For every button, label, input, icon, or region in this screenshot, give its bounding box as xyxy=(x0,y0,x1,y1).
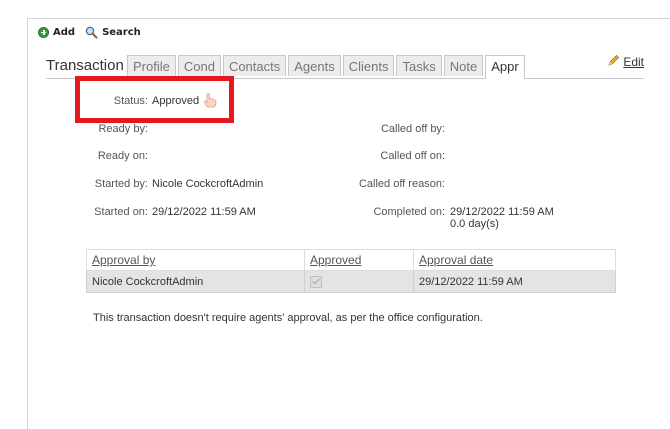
page-title: Transaction xyxy=(46,57,124,74)
status-highlight-box xyxy=(75,76,234,123)
edit-label: Edit xyxy=(623,55,644,69)
tab-contacts[interactable]: Contacts xyxy=(222,55,287,76)
started-on-value: 29/12/2022 11:59 AM xyxy=(152,206,256,218)
toolbar: Add Search xyxy=(38,24,141,40)
called-off-reason-label: Called off reason: xyxy=(358,178,445,190)
add-button[interactable]: Add xyxy=(38,26,76,38)
add-label: Add xyxy=(53,26,76,38)
search-label: Search xyxy=(102,26,141,38)
completed-on-value: 29/12/2022 11:59 AM xyxy=(450,206,554,218)
cell-approved xyxy=(304,270,414,293)
approval-note: This transaction doesn't require agents'… xyxy=(93,312,483,324)
tab-tasks[interactable]: Tasks xyxy=(396,55,442,76)
approvals-table: Approval by Approved Approval date Nicol… xyxy=(86,249,616,293)
edit-link[interactable]: Edit xyxy=(607,54,644,70)
table-header-row: Approval by Approved Approval date xyxy=(86,249,616,271)
tab-clients[interactable]: Clients xyxy=(342,55,395,76)
called-off-on-label: Called off on: xyxy=(380,150,445,162)
ready-on-label: Ready on: xyxy=(97,150,148,162)
completed-duration: 0.0 day(s) xyxy=(450,218,499,230)
tab-agents[interactable]: Agents xyxy=(288,55,341,76)
tab-note[interactable]: Note xyxy=(443,55,484,76)
search-button[interactable]: Search xyxy=(85,26,141,39)
add-icon xyxy=(38,26,49,38)
tab-profile[interactable]: Profile xyxy=(127,55,176,76)
col-approval-date[interactable]: Approval date xyxy=(413,249,616,271)
completed-on-label: Completed on: xyxy=(373,206,445,218)
tab-cond[interactable]: Cond xyxy=(177,55,221,76)
approved-checkbox xyxy=(310,275,322,288)
table-row: Nicole CockcroftAdmin 29/12/2022 11:59 A… xyxy=(86,270,616,293)
col-approval-by[interactable]: Approval by xyxy=(86,249,305,271)
tab-appr[interactable]: Appr xyxy=(485,55,525,79)
started-by-value: Nicole CockcroftAdmin xyxy=(152,178,264,190)
pencil-icon xyxy=(607,54,620,70)
started-on-label: Started on: xyxy=(94,206,148,218)
col-approved[interactable]: Approved xyxy=(304,249,414,271)
ready-by-label: Ready by: xyxy=(98,123,148,135)
search-icon xyxy=(85,26,98,39)
called-off-by-label: Called off by: xyxy=(380,123,445,135)
started-by-label: Started by: xyxy=(94,178,148,190)
cell-approval-date: 29/12/2022 11:59 AM xyxy=(413,270,616,293)
cell-approval-by: Nicole CockcroftAdmin xyxy=(86,270,305,293)
